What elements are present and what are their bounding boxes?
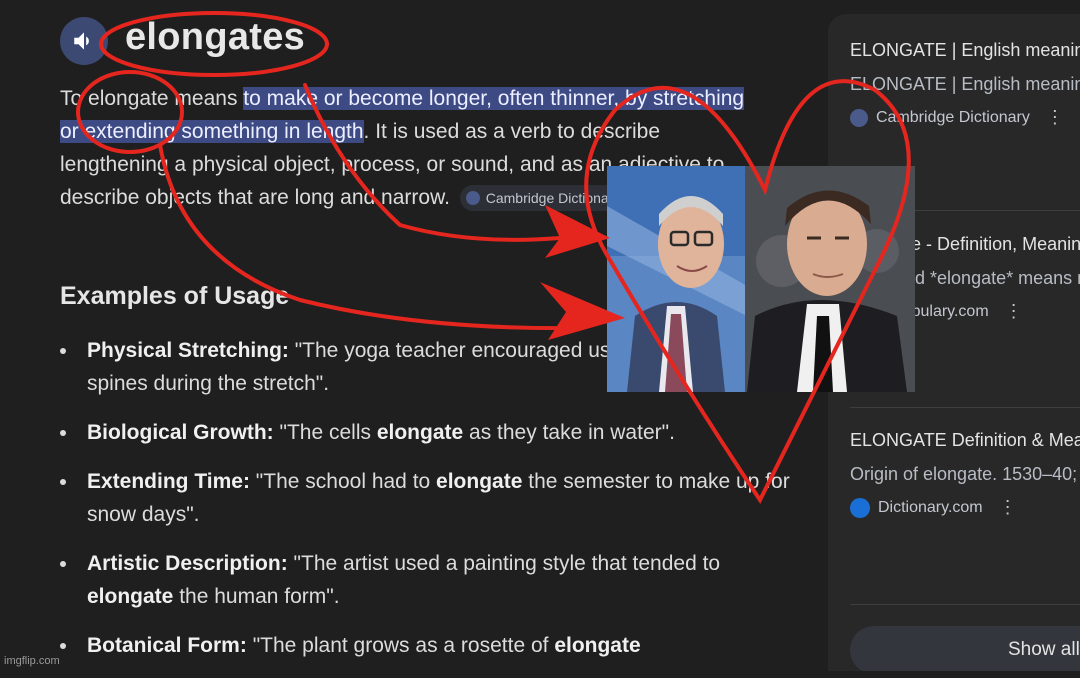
- example-text: "The cells: [273, 421, 377, 444]
- volume-icon: [74, 32, 89, 50]
- example-text: "The plant grows as a rosette of: [246, 634, 555, 657]
- example-label: Artistic Description:: [87, 552, 288, 575]
- example-text: the human form".: [173, 585, 340, 608]
- more-options-icon[interactable]: ⋮: [1005, 301, 1023, 322]
- list-item: Extending Time: "The school had to elong…: [60, 465, 800, 531]
- example-text: as they take in water".: [463, 421, 675, 444]
- examples-heading: Examples of Usage: [60, 282, 290, 310]
- show-all-button[interactable]: Show all: [850, 626, 1080, 671]
- definition-prefix: To elongate means: [60, 87, 244, 110]
- dictionary-logo-icon: [850, 497, 870, 518]
- card-title[interactable]: ELONGATE | English meaning - Cambridge D…: [850, 38, 1080, 63]
- card-snippet: ELONGATE | English meaning - Cambridge D…: [850, 74, 1080, 94]
- example-label: Extending Time:: [87, 470, 250, 493]
- pronunciation-button[interactable]: [60, 17, 108, 65]
- list-item: Artistic Description: "The artist used a…: [60, 547, 800, 613]
- card-source: Cambridge Dictionary ⋮: [850, 107, 1080, 128]
- list-item: Botanical Form: "The plant grows as a ro…: [60, 629, 800, 662]
- source-card-dictionary[interactable]: ELONGATE Definition & Meaning | Dictiona…: [850, 428, 1080, 518]
- source-card-cambridge[interactable]: ELONGATE | English meaning - Cambridge D…: [850, 38, 1080, 128]
- example-keyword: elongate: [376, 421, 464, 444]
- example-text: "The school had to: [249, 470, 437, 493]
- card-title[interactable]: ELONGATE Definition & Meaning | Dictiona…: [850, 428, 1080, 453]
- example-keyword: elongate: [554, 634, 641, 657]
- more-options-icon[interactable]: ⋮: [1046, 107, 1064, 128]
- example-keyword: elongate: [436, 470, 523, 493]
- watermark: imgflip.com: [4, 655, 60, 667]
- card-source-label: Cambridge Dictionary: [876, 108, 1030, 126]
- headword: elongates: [125, 16, 306, 58]
- portrait-photo: [607, 166, 915, 392]
- example-text: "The artist used a painting style that t…: [287, 552, 721, 575]
- portrait-image: [607, 166, 915, 392]
- list-item: Biological Growth: "The cells elongate a…: [60, 416, 800, 449]
- card-source-label: Dictionary.com: [878, 498, 983, 516]
- source-favicon-icon: [850, 108, 868, 127]
- divider: [850, 407, 1080, 408]
- card-snippet: Origin of elongate. 1530–40; < Late Lati…: [850, 464, 1080, 484]
- example-label: Botanical Form:: [87, 634, 247, 657]
- example-keyword: elongate: [87, 585, 174, 608]
- more-options-icon[interactable]: ⋮: [999, 497, 1017, 518]
- example-label: Biological Growth:: [87, 421, 274, 444]
- example-label: Physical Stretching:: [87, 339, 289, 362]
- divider: [850, 604, 1080, 605]
- cambridge-logo-icon: [465, 191, 480, 206]
- card-source: Dictionary.com ⋮: [850, 497, 1080, 518]
